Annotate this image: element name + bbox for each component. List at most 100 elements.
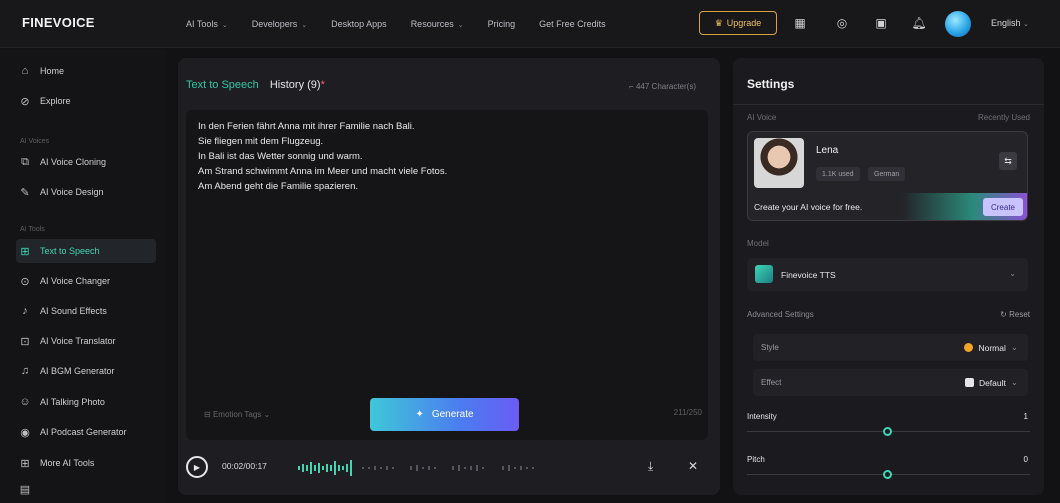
tab-history[interactable]: History (9)* <box>270 79 325 91</box>
style-dot-icon <box>964 343 974 352</box>
generate-label: Generate <box>431 409 474 420</box>
download-icon[interactable]: ⤓ <box>648 459 653 474</box>
waveform-played <box>298 460 352 476</box>
sidebar-item-voice-changer[interactable]: ⊙ AI Voice Changer <box>18 269 156 293</box>
language-selector[interactable]: English ⌄ <box>991 18 1029 28</box>
support-icon[interactable]: ◎ <box>832 13 852 33</box>
chevron-down-icon: ⌄ <box>1010 342 1018 352</box>
sidebar-item-label: More AI Tools <box>40 458 95 468</box>
nav-label: Get Free Credits <box>539 19 606 29</box>
emotion-tags-dropdown[interactable]: ⊟ Emotion Tags ⌄ <box>204 410 270 419</box>
effect-selector[interactable]: Effect Default ⌄ <box>753 369 1028 396</box>
sidebar-item-label: AI Sound Effects <box>40 306 107 316</box>
nav-ai-tools[interactable]: AI Tools ⌄ <box>186 19 228 29</box>
nav-label: Developers <box>251 19 298 29</box>
model-name: Finevoice TTS <box>781 270 836 280</box>
sidebar-item-label: AI Voice Cloning <box>40 157 107 167</box>
create-button[interactable]: Create <box>983 198 1023 216</box>
voice-changer-icon: ⊙ <box>20 275 30 288</box>
intensity-slider-handle[interactable] <box>883 427 892 436</box>
nav-label: AI Tools <box>186 19 218 29</box>
sidebar-item-label: AI Voice Design <box>40 187 104 197</box>
bell-icon[interactable]: 🔔︎ <box>909 13 929 33</box>
upgrade-button[interactable]: ♛ Upgrade <box>699 11 777 35</box>
language-badge: German <box>868 167 906 181</box>
nav-label: Resources <box>410 19 454 29</box>
crown-icon: ♛ <box>714 17 723 28</box>
sidebar-item-label: Text to Speech <box>40 246 100 256</box>
calendar-icon[interactable]: ▦ <box>790 13 810 33</box>
sidebar-item-podcast-generator[interactable]: ◉ AI Podcast Generator <box>18 420 156 444</box>
clipboard-icon[interactable]: ▣ <box>871 13 891 33</box>
chevron-down-icon: ⌄ <box>221 22 228 29</box>
collapse-icon: ▤ <box>19 483 31 496</box>
chevron-down-icon: ⌄ <box>1009 269 1016 278</box>
play-button[interactable]: ▶ <box>186 456 208 478</box>
waveform-remaining <box>362 465 534 471</box>
recently-used-link[interactable]: Recently Used <box>978 113 1030 122</box>
sidebar-item-more-tools[interactable]: ⊞ More AI Tools <box>18 451 156 475</box>
voice-name: Lena <box>816 145 839 156</box>
sidebar-item-text-to-speech[interactable]: ⊞ Text to Speech <box>16 239 156 263</box>
sidebar-item-sound-effects[interactable]: ♪ AI Sound Effects <box>18 299 156 323</box>
voice-avatar <box>754 138 804 188</box>
nav-free-credits[interactable]: Get Free Credits <box>539 19 606 29</box>
switch-voice-icon[interactable]: ⇆ <box>999 152 1017 170</box>
sidebar-item-label: AI Voice Changer <box>40 276 111 286</box>
style-selector[interactable]: Style Normal ⌄ <box>753 334 1028 361</box>
sidebar-collapse-button[interactable]: ▤ <box>18 477 156 501</box>
nav-pricing[interactable]: Pricing <box>488 19 516 29</box>
compass-icon: ⊘ <box>20 95 30 108</box>
sidebar-item-voice-design[interactable]: ✎ AI Voice Design <box>18 180 156 204</box>
close-icon[interactable]: ✕ <box>688 459 698 473</box>
nav-label: Pricing <box>487 19 516 29</box>
sparkle-icon: ✦ <box>415 409 424 420</box>
text-speech-icon: ⊞ <box>20 245 30 258</box>
sidebar-item-label: AI Podcast Generator <box>40 427 127 437</box>
logo[interactable]: FINEVOICE <box>22 15 95 30</box>
chevron-down-icon: ⌄ <box>457 22 464 29</box>
cursor-icon: ⌐ <box>629 82 636 91</box>
reset-label: Reset <box>1009 310 1030 319</box>
language-label: English <box>991 18 1021 28</box>
home-icon: ⌂ <box>21 65 29 77</box>
sidebar-item-voice-cloning[interactable]: ⧉ AI Voice Cloning <box>18 150 156 174</box>
advanced-settings-label: Advanced Settings <box>747 310 814 319</box>
main-nav: AI Tools ⌄ Developers ⌄ Desktop Apps Resou… <box>186 0 630 48</box>
divider <box>733 104 1044 105</box>
sidebar-item-explore[interactable]: ⊘ Explore <box>18 89 156 113</box>
text-content: In den Ferien fährt Anna mit ihrer Famil… <box>198 119 447 194</box>
editor-tabs: Text to Speech History (9)* <box>186 79 325 91</box>
voice-card[interactable]: Lena 1.1K used German ⇆ Create your AI v… <box>747 131 1028 221</box>
nav-resources[interactable]: Resources ⌄ <box>411 19 464 29</box>
sidebar-item-voice-translator[interactable]: ⊡ AI Voice Translator <box>18 329 156 353</box>
avatar[interactable] <box>945 11 971 37</box>
chevron-down-icon: ⌄ <box>261 410 271 419</box>
usage-badge: 1.1K used <box>816 167 860 181</box>
pitch-slider-handle[interactable] <box>883 470 892 479</box>
tab-text-to-speech[interactable]: Text to Speech <box>186 79 259 91</box>
chevron-down-icon: ⌄ <box>1010 377 1018 387</box>
reset-button[interactable]: ↻ Reset <box>1000 310 1030 319</box>
music-note-icon: ♫ <box>20 365 30 377</box>
translate-icon: ⊡ <box>20 335 30 348</box>
upgrade-label: Upgrade <box>726 18 762 28</box>
grid-icon: ⊞ <box>20 457 30 470</box>
nav-developers[interactable]: Developers ⌄ <box>252 19 307 29</box>
text-input[interactable]: In den Ferien fährt Anna mit ihrer Famil… <box>186 110 708 440</box>
sidebar-item-bgm-generator[interactable]: ♫ AI BGM Generator <box>18 359 156 383</box>
editor-panel: Text to Speech History (9)* ⌐ 447 Charac… <box>178 58 720 495</box>
sidebar-item-label: AI Voice Translator <box>40 336 116 346</box>
promo-banner: Create your AI voice for free. Create <box>748 193 1027 220</box>
reset-icon: ↻ <box>1000 310 1010 319</box>
generate-button[interactable]: ✦ Generate <box>370 398 519 431</box>
intensity-label: Intensity <box>747 412 777 421</box>
sidebar-item-home[interactable]: ⌂ Home <box>18 59 156 83</box>
tag-icon: ⊟ <box>204 410 213 419</box>
waveform[interactable] <box>298 458 628 478</box>
model-selector[interactable]: Finevoice TTS ⌄ <box>747 258 1028 291</box>
sidebar-item-talking-photo[interactable]: ☺ AI Talking Photo <box>18 390 156 414</box>
design-icon: ✎ <box>20 186 30 199</box>
nav-desktop-apps[interactable]: Desktop Apps <box>331 19 387 29</box>
model-label: Model <box>747 239 769 248</box>
